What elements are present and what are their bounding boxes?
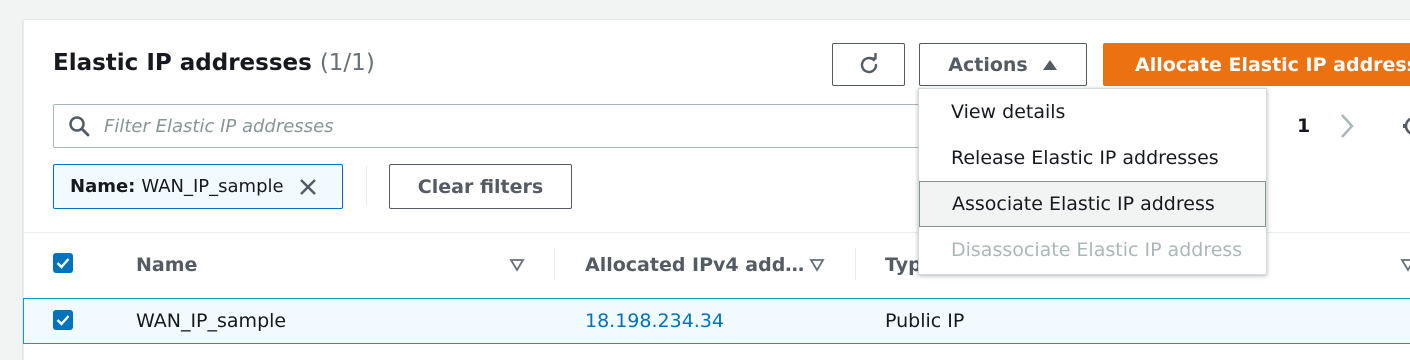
cell-name: WAN_IP_sample xyxy=(136,310,287,332)
allocate-elastic-ip-button[interactable]: Allocate Elastic IP address xyxy=(1103,43,1410,86)
row-checkbox[interactable] xyxy=(53,310,73,330)
gear-icon xyxy=(1403,117,1410,135)
sort-type-button[interactable] xyxy=(1400,257,1410,276)
filter-chip-key: Name: xyxy=(70,176,136,197)
menu-item-release[interactable]: Release Elastic IP addresses xyxy=(919,135,1266,181)
preferences-button[interactable] xyxy=(1402,112,1410,144)
next-page-button[interactable] xyxy=(1338,112,1356,144)
cell-type: Public IP xyxy=(885,310,965,332)
refresh-button[interactable] xyxy=(832,43,905,86)
allocate-button-label: Allocate Elastic IP address xyxy=(1135,53,1410,76)
filter-chip-value: WAN_IP_sample xyxy=(141,176,284,197)
actions-button-label: Actions xyxy=(948,53,1028,76)
chevron-right-icon xyxy=(1341,114,1354,138)
sort-name-button[interactable] xyxy=(509,257,525,276)
search-icon xyxy=(69,116,90,137)
actions-dropdown-menu: View details Release Elastic IP addresse… xyxy=(918,88,1267,275)
sort-icon xyxy=(809,259,825,272)
sort-icon xyxy=(1400,259,1410,272)
close-icon xyxy=(299,178,316,195)
checkbox-checked-icon xyxy=(56,258,70,269)
filter-chip: Name: WAN_IP_sample xyxy=(53,164,343,209)
sort-icon xyxy=(509,259,525,272)
column-header-type[interactable]: Typ xyxy=(885,254,922,276)
page-title-text: Elastic IP addresses xyxy=(53,50,312,76)
actions-button[interactable]: Actions xyxy=(919,43,1087,86)
select-all-checkbox[interactable] xyxy=(53,253,73,273)
cell-ip-link[interactable]: 18.198.234.34 xyxy=(585,310,724,332)
remove-filter-button[interactable] xyxy=(298,177,318,197)
column-separator xyxy=(554,248,555,280)
selection-count: (1/1) xyxy=(319,50,375,76)
filter-input[interactable] xyxy=(102,114,806,138)
menu-item-disassociate: Disassociate Elastic IP address xyxy=(951,239,1243,261)
menu-item-associate[interactable]: Associate Elastic IP address xyxy=(919,181,1266,227)
page-number[interactable]: 1 xyxy=(1297,115,1310,137)
filter-search-box[interactable] xyxy=(53,104,933,148)
filter-divider xyxy=(366,166,367,206)
caret-up-icon xyxy=(1042,59,1057,70)
column-header-ip[interactable]: Allocated IPv4 add… xyxy=(585,254,804,276)
checkbox-checked-icon xyxy=(56,315,70,326)
refresh-icon xyxy=(860,52,877,73)
column-header-name[interactable]: Name xyxy=(136,254,197,276)
clear-filters-label: Clear filters xyxy=(417,175,544,198)
column-separator xyxy=(855,248,856,280)
menu-item-view-details[interactable]: View details xyxy=(919,89,1266,135)
sort-ip-button[interactable] xyxy=(809,257,825,276)
clear-filters-button[interactable]: Clear filters xyxy=(389,164,572,209)
page-title: Elastic IP addresses (1/1) xyxy=(53,50,375,76)
